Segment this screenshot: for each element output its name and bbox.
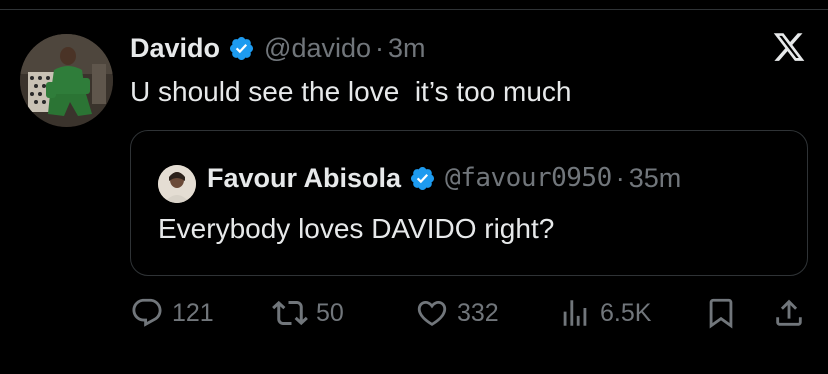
quoted-header: Favour Abisola @favour0950 · 35m [207, 162, 682, 194]
repost-button[interactable]: 50 [272, 295, 344, 331]
like-count: 332 [457, 298, 499, 327]
tweet-timestamp[interactable]: 3m [388, 33, 426, 64]
tweet-text: U should see the love it’s too much [130, 76, 572, 107]
bookmark-button[interactable] [704, 295, 738, 331]
share-icon [772, 296, 806, 330]
views-button[interactable]: 6.5K [558, 295, 651, 331]
views-icon [558, 296, 592, 330]
author-name[interactable]: Davido [130, 33, 220, 64]
action-bar: 121 50 332 6.5K [130, 295, 810, 331]
quoted-author-avatar[interactable] [158, 165, 196, 203]
separator-dot: · [375, 32, 385, 63]
reply-button[interactable]: 121 [130, 295, 214, 331]
separator-dot: · [615, 162, 625, 193]
heart-icon [415, 296, 449, 330]
quoted-author-name: Favour Abisola [207, 162, 402, 193]
quoted-author-handle: @favour0950 [445, 163, 612, 193]
like-button[interactable]: 332 [415, 295, 499, 331]
verified-badge-icon [228, 35, 255, 62]
quoted-timestamp: 35m [628, 162, 682, 193]
share-button[interactable] [772, 295, 806, 331]
reply-icon [130, 296, 164, 330]
author-handle[interactable]: @davido [264, 33, 371, 64]
verified-badge-icon [409, 165, 436, 192]
tweet-header: Davido @davido · 3m [130, 33, 426, 63]
repost-count: 50 [316, 298, 344, 327]
view-count: 6.5K [600, 298, 652, 327]
quoted-tweet[interactable]: Favour Abisola @favour0950 · 35m Everybo… [130, 130, 808, 276]
author-avatar[interactable] [20, 34, 113, 127]
reply-count: 121 [172, 298, 214, 327]
x-logo-icon[interactable] [772, 30, 806, 64]
quoted-tweet-text: Everybody loves DAVIDO right? [158, 213, 555, 244]
top-divider [0, 9, 828, 10]
repost-icon [272, 295, 308, 331]
bookmark-icon [704, 296, 738, 330]
